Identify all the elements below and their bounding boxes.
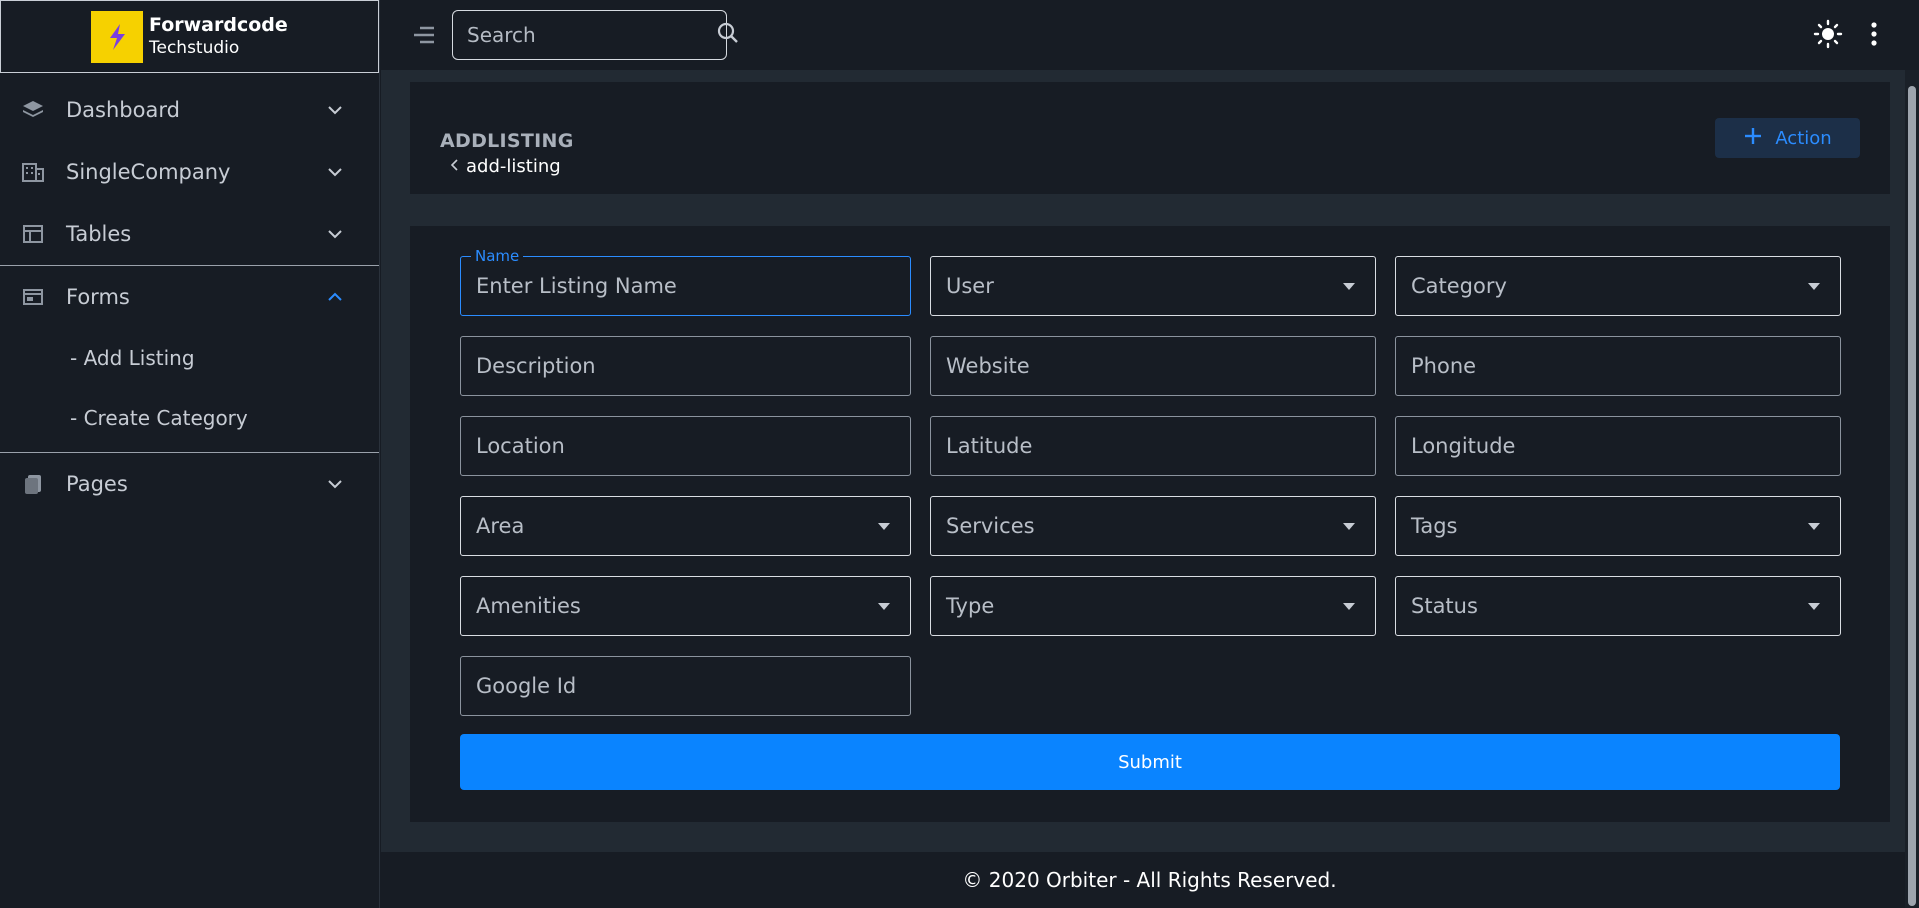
document-icon	[20, 471, 46, 497]
brand-subtitle: Techstudio	[149, 37, 240, 58]
chevron-up-icon	[325, 287, 345, 307]
page-title: ADDLISTING	[440, 130, 574, 152]
sidebar: Forwardcode Techstudio Dashboard SingleC…	[0, 0, 380, 908]
description-field[interactable]: Description	[460, 336, 911, 396]
footer: © 2020 Orbiter - All Rights Reserved.	[380, 852, 1919, 908]
tags-select-label: Tags	[1411, 514, 1458, 538]
name-placeholder: Enter Listing Name	[476, 274, 677, 298]
plus-icon	[1743, 126, 1763, 151]
scrollbar[interactable]	[1905, 70, 1919, 908]
category-select-label: Category	[1411, 274, 1507, 298]
dropdown-caret-icon	[1343, 602, 1355, 610]
scrollbar-thumb[interactable]	[1908, 86, 1916, 906]
search-icon[interactable]	[716, 21, 740, 49]
area-select[interactable]: Area	[460, 496, 911, 556]
status-select[interactable]: Status	[1395, 576, 1841, 636]
google-id-field[interactable]: Google Id	[460, 656, 911, 716]
location-field[interactable]: Location	[460, 416, 911, 476]
status-select-label: Status	[1411, 594, 1478, 618]
amenities-select-label: Amenities	[476, 594, 581, 618]
search-input[interactable]	[467, 23, 716, 47]
google-id-placeholder: Google Id	[476, 674, 577, 698]
website-placeholder: Website	[946, 354, 1030, 378]
sidebar-group-forms: Forms - Add Listing - Create Category	[0, 265, 379, 453]
chevron-down-icon	[325, 474, 345, 494]
services-select-label: Services	[946, 514, 1035, 538]
submit-button[interactable]: Submit	[460, 734, 1840, 790]
dropdown-caret-icon	[1808, 282, 1820, 290]
sidebar-item-label: Pages	[66, 472, 128, 496]
breadcrumb[interactable]: add-listing	[450, 156, 561, 177]
type-select[interactable]: Type	[930, 576, 1376, 636]
website-field[interactable]: Website	[930, 336, 1376, 396]
chevron-down-icon	[325, 100, 345, 120]
main-content: ADDLISTING add-listing Action Name Enter…	[381, 70, 1919, 852]
sidebar-item-pages[interactable]: Pages	[0, 453, 379, 515]
name-field[interactable]: Name Enter Listing Name	[460, 247, 911, 316]
sidebar-item-singlecompany[interactable]: SingleCompany	[0, 141, 379, 203]
dropdown-caret-icon	[1808, 602, 1820, 610]
amenities-select[interactable]: Amenities	[460, 576, 911, 636]
layers-icon	[20, 97, 46, 123]
dropdown-caret-icon	[878, 522, 890, 530]
user-select[interactable]: User	[930, 256, 1376, 316]
dropdown-caret-icon	[878, 602, 890, 610]
services-select[interactable]: Services	[930, 496, 1376, 556]
name-field-label: Name	[471, 247, 524, 265]
latitude-placeholder: Latitude	[946, 434, 1033, 458]
chevron-left-icon	[450, 156, 460, 177]
longitude-placeholder: Longitude	[1411, 434, 1516, 458]
menu-toggle-icon[interactable]	[410, 21, 438, 49]
brand[interactable]: Forwardcode Techstudio	[0, 0, 379, 73]
dropdown-caret-icon	[1343, 282, 1355, 290]
sidebar-item-tables[interactable]: Tables	[0, 203, 379, 265]
area-select-label: Area	[476, 514, 525, 538]
dropdown-caret-icon	[1343, 522, 1355, 530]
location-placeholder: Location	[476, 434, 565, 458]
building-icon	[20, 159, 46, 185]
bolt-icon	[91, 10, 143, 63]
sidebar-item-label: Forms	[66, 285, 130, 309]
theme-toggle-sun-icon[interactable]	[1813, 19, 1843, 53]
dropdown-caret-icon	[1808, 522, 1820, 530]
listing-form: Name Enter Listing Name User Category De…	[410, 226, 1890, 822]
breadcrumb-label: add-listing	[466, 156, 561, 177]
description-placeholder: Description	[476, 354, 596, 378]
tags-select[interactable]: Tags	[1395, 496, 1841, 556]
topbar	[380, 0, 1919, 70]
phone-field[interactable]: Phone	[1395, 336, 1841, 396]
latitude-field[interactable]: Latitude	[930, 416, 1376, 476]
chevron-down-icon	[325, 162, 345, 182]
category-select[interactable]: Category	[1395, 256, 1841, 316]
table-icon	[20, 221, 46, 247]
type-select-label: Type	[946, 594, 995, 618]
chevron-down-icon	[325, 224, 345, 244]
action-label: Action	[1775, 127, 1832, 149]
sidebar-item-forms[interactable]: Forms	[0, 266, 379, 328]
search-box	[452, 10, 738, 60]
phone-placeholder: Phone	[1411, 354, 1477, 378]
sidebar-item-dashboard[interactable]: Dashboard	[0, 79, 379, 141]
action-button[interactable]: Action	[1715, 118, 1860, 158]
more-vertical-icon[interactable]	[1869, 21, 1879, 51]
brand-title: Forwardcode	[149, 13, 288, 36]
user-select-label: User	[946, 274, 994, 298]
sidebar-subitem-create-category[interactable]: - Create Category	[0, 388, 379, 448]
sidebar-item-label: SingleCompany	[66, 160, 231, 184]
sidebar-subitem-add-listing[interactable]: - Add Listing	[0, 328, 379, 388]
longitude-field[interactable]: Longitude	[1395, 416, 1841, 476]
sidebar-item-label: Dashboard	[66, 98, 180, 122]
page-header: ADDLISTING add-listing Action	[410, 82, 1890, 194]
form-icon	[20, 284, 46, 310]
sidebar-item-label: Tables	[66, 222, 132, 246]
footer-copyright: © 2020 Orbiter - All Rights Reserved.	[962, 868, 1337, 892]
